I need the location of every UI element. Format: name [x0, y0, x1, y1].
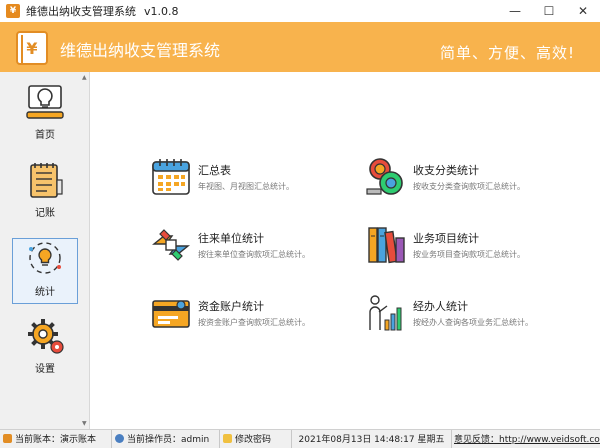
- card-project-stats-desc: 按业务项目查询款项汇总统计。: [413, 250, 525, 259]
- header-slogan: 简单、方便、高效!: [440, 44, 576, 62]
- window-controls: — ☐ ✕: [498, 0, 600, 22]
- card-category-stats-desc: 按收支分类查询款项汇总统计。: [413, 182, 525, 191]
- sidebar-scroll-up-icon[interactable]: ▲: [82, 74, 87, 81]
- header-title: 维德出纳收支管理系统: [60, 41, 221, 60]
- feedback-link[interactable]: 意见反馈：http://www.veidsoft.com: [454, 432, 600, 445]
- card-account-stats[interactable]: 资金账户统计 按资金账户查询款项汇总统计。: [150, 292, 310, 334]
- card-project-stats[interactable]: 业务项目统计 按业务项目查询款项汇总统计。: [365, 224, 525, 266]
- datetime: 2021年08月13日 14:48:17 星期五: [292, 429, 452, 448]
- card-summary-title: 汇总表: [198, 164, 231, 177]
- current-operator: 当前操作员：admin: [112, 429, 220, 448]
- card-handler-stats-title: 经办人统计: [413, 300, 468, 313]
- title-bar: ¥ 维德出纳收支管理系统 v1.0.8 — ☐ ✕: [0, 0, 600, 22]
- handshake-icon: [152, 229, 190, 261]
- gear-icon: [28, 319, 64, 354]
- current-operator-text: 当前操作员：admin: [127, 435, 210, 445]
- card-summary[interactable]: 汇总表 年视图、月视图汇总统计。: [150, 156, 294, 198]
- sidebar: 首页 记账 统计 设置 ▲ ▼: [0, 72, 90, 429]
- user-icon: [115, 434, 124, 443]
- sidebar-item-home[interactable]: 首页: [12, 82, 78, 148]
- notepad-icon: [30, 163, 63, 198]
- card-category-stats-title: 收支分类统计: [413, 164, 479, 177]
- card-account-stats-desc: 按资金账户查询款项汇总统计。: [198, 318, 310, 327]
- presenter-icon: [369, 295, 402, 331]
- card-handler-stats-desc: 按经办人查询各项业务汇总统计。: [413, 318, 533, 327]
- card-category-stats[interactable]: 收支分类统计 按收支分类查询款项汇总统计。: [365, 156, 525, 198]
- coins-icon: [366, 158, 403, 195]
- close-button[interactable]: ✕: [566, 0, 600, 22]
- card-summary-desc: 年视图、月视图汇总统计。: [198, 182, 294, 191]
- card-handler-stats[interactable]: 经办人统计 按经办人查询各项业务汇总统计。: [365, 292, 533, 334]
- bank-card-icon: [152, 300, 190, 328]
- bulb-cycle-icon: [29, 242, 61, 274]
- card-partner-stats-title: 往来单位统计: [198, 232, 264, 245]
- app-header: ¥ 维德出纳收支管理系统 简单、方便、高效!: [0, 22, 600, 72]
- sidebar-item-settings-label: 设置: [35, 364, 55, 375]
- status-bar: 当前账本：演示账本 当前操作员：admin 修改密码 2021年08月13日 1…: [0, 429, 600, 448]
- sidebar-item-bookkeeping-label: 记账: [35, 208, 55, 219]
- datetime-text: 2021年08月13日 14:48:17 星期五: [298, 435, 445, 445]
- feedback[interactable]: 意见反馈：http://www.veidsoft.com: [452, 430, 600, 448]
- window-version: v1.0.8: [144, 4, 179, 18]
- card-partner-stats[interactable]: 往来单位统计 按往来单位查询款项汇总统计。: [150, 224, 310, 266]
- maximize-button[interactable]: ☐: [532, 0, 566, 22]
- sidebar-item-home-label: 首页: [35, 130, 55, 141]
- statistics-panel: 汇总表 年视图、月视图汇总统计。 收支分类统计 按收支分类查询款项汇总统计。 往…: [91, 72, 600, 429]
- lightbulb-icon: [26, 85, 64, 119]
- sidebar-scroll-down-icon[interactable]: ▼: [82, 420, 87, 427]
- card-partner-stats-desc: 按往来单位查询款项汇总统计。: [198, 250, 310, 259]
- app-window: ¥ 维德出纳收支管理系统 v1.0.8 — ☐ ✕ ¥ 维德出纳收支管理系统 简…: [0, 0, 600, 448]
- sidebar-item-settings[interactable]: 设置: [12, 316, 78, 382]
- app-icon: ¥: [6, 4, 20, 18]
- binders-icon: [368, 227, 405, 264]
- current-account: 当前账本：演示账本: [0, 429, 112, 448]
- minimize-button[interactable]: —: [498, 0, 532, 22]
- change-password-link[interactable]: 修改密码: [220, 429, 292, 448]
- card-account-stats-title: 资金账户统计: [198, 300, 264, 313]
- change-password-text: 修改密码: [235, 435, 272, 445]
- key-icon: [223, 434, 232, 443]
- calendar-icon: [152, 159, 190, 195]
- card-project-stats-title: 业务项目统计: [413, 232, 479, 245]
- current-account-text: 当前账本：演示账本: [15, 435, 97, 445]
- sidebar-item-statistics-label: 统计: [35, 287, 55, 298]
- ledger-logo-icon: ¥: [16, 31, 48, 65]
- window-title: 维德出纳收支管理系统: [26, 5, 136, 18]
- ledger-icon: [3, 434, 12, 443]
- sidebar-item-bookkeeping[interactable]: 记账: [12, 160, 78, 226]
- sidebar-item-statistics[interactable]: 统计: [12, 238, 78, 304]
